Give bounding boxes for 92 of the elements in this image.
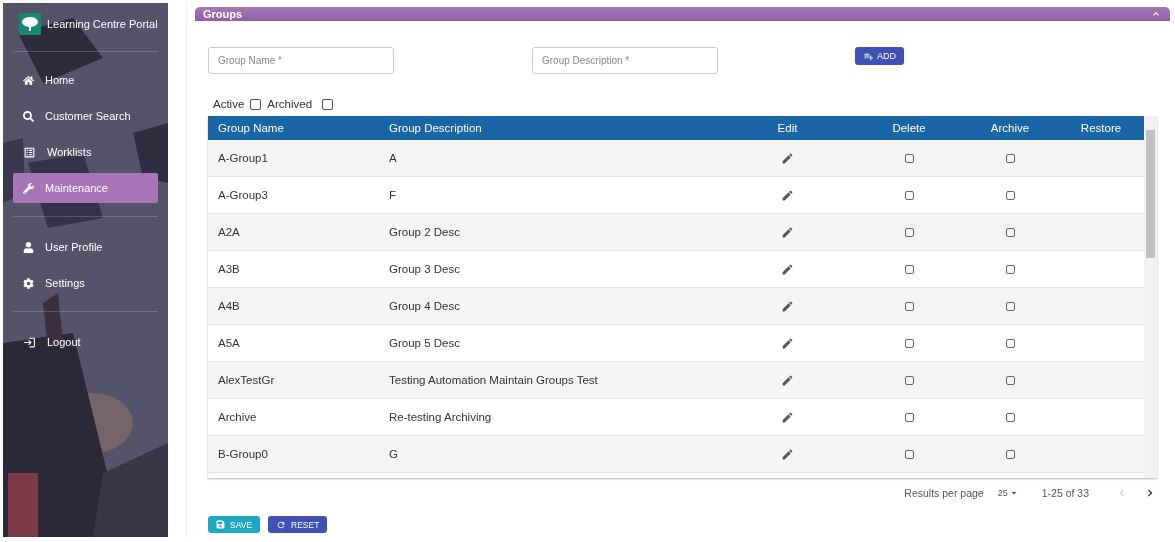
column-header: Group Name [217,122,285,134]
delete-checkbox[interactable] [904,190,914,200]
column-header: Delete [891,122,927,134]
home-icon [23,74,34,86]
archive-checkbox[interactable] [1005,338,1015,348]
table-row[interactable]: B-Group0 G [208,436,1144,473]
column-header: Group Description [388,122,483,134]
per-page-select[interactable]: 25 [997,487,1020,499]
list-icon [23,145,36,159]
panel-header[interactable]: Groups [195,7,1170,21]
table-cell-text: Archive [217,411,258,423]
filter-label: Archived [267,98,313,110]
table-cell-text: Group 4 Desc [388,300,461,312]
table-cell-text: AlexTestGr [217,374,276,386]
nav-item[interactable]: Worklists [13,137,158,167]
edit-icon[interactable] [781,151,794,165]
table-cell-text: A3B [217,263,241,275]
filter-checkbox[interactable] [322,98,334,110]
table-row[interactable]: A-Group3 F [208,177,1144,214]
nav-item[interactable]: Customer Search [13,101,158,131]
delete-checkbox[interactable] [904,412,914,422]
table-cell-text: Group 5 Desc [388,337,461,349]
table-row[interactable]: Archive Re-testing Archiving [208,399,1144,436]
nav-item[interactable]: Home [13,65,158,95]
logout-icon [23,335,36,349]
refresh-icon [276,519,287,530]
nav-item[interactable]: Logout [13,327,158,357]
edit-icon[interactable] [781,410,794,424]
table-row[interactable]: A5A Group 5 Desc [208,325,1144,362]
results-per-page-label: Results per page [904,487,984,499]
table-row[interactable]: A-Group1 A [208,140,1144,177]
delete-checkbox[interactable] [904,301,914,311]
archive-checkbox[interactable] [1005,264,1015,274]
column-header: Edit [776,122,799,134]
table-row[interactable]: A2A Group 2 Desc [208,214,1144,251]
archive-checkbox[interactable] [1005,153,1015,163]
edit-icon[interactable] [781,262,794,276]
archive-checkbox[interactable] [1005,412,1015,422]
tree-logo-icon [19,13,41,35]
table-row[interactable]: AlexTestGr Testing Automation Maintain Groups Test [208,362,1144,399]
edit-icon[interactable] [781,336,794,350]
table-cell-text: Testing Automation Maintain Groups Test [388,374,599,386]
table-cell-text: A5A [217,337,241,349]
archive-checkbox[interactable] [1005,227,1015,237]
group-name-field[interactable]: Group Name * [208,47,394,74]
table-row[interactable]: A4B Group 4 Desc [208,288,1144,325]
delete-checkbox[interactable] [904,375,914,385]
table-cell-text: A2A [217,226,241,238]
save-icon [216,520,225,529]
table-cell-text: Group 3 Desc [388,263,461,275]
archive-checkbox[interactable] [1005,449,1015,459]
table-row[interactable]: A3B Group 3 Desc [208,251,1144,288]
nav-item[interactable]: Settings [13,268,158,298]
table-cell-text: Group 2 Desc [388,226,461,238]
delete-checkbox[interactable] [904,338,914,348]
user-icon [23,241,34,253]
delete-checkbox[interactable] [904,153,914,163]
table-cell-text: A4B [217,300,241,312]
table-cell-text: F [388,189,398,201]
table-cell-text: B-Group0 [217,448,269,460]
delete-checkbox[interactable] [904,449,914,459]
archive-checkbox[interactable] [1005,375,1015,385]
archive-checkbox[interactable] [1005,301,1015,311]
edit-icon[interactable] [781,299,794,313]
filter-label: Active [213,98,245,110]
edit-icon[interactable] [781,225,794,239]
group-description-field[interactable]: Group Description * [532,47,718,74]
page-range: 1-25 of 33 [1041,487,1089,499]
scrollbar[interactable] [1144,116,1157,478]
column-header: Archive [989,122,1031,134]
search-icon [23,110,34,122]
panel-title: Groups [203,8,243,20]
nav-item[interactable]: User Profile [13,232,158,262]
wrench-icon [23,182,34,194]
table-cell-text: G [388,448,399,460]
edit-icon[interactable] [781,447,794,461]
settings-icon [23,277,34,289]
column-header: Restore [1079,122,1123,134]
add-button[interactable]: ADD [855,47,904,65]
edit-icon[interactable] [781,373,794,387]
edit-icon[interactable] [781,188,794,202]
table-cell-text: Re-testing Archiving [388,411,493,423]
archive-checkbox[interactable] [1005,190,1015,200]
table-cell-text: A-Group1 [217,152,269,164]
app-title: Learning Centre Portal [47,18,158,30]
delete-checkbox[interactable] [904,264,914,274]
table-cell-text: A [388,152,398,164]
filter-checkbox[interactable] [250,98,262,110]
reset-button[interactable]: RESET [268,516,328,533]
delete-checkbox[interactable] [904,227,914,237]
table-cell-text: A-Group3 [217,189,269,201]
nav-item[interactable]: Maintenance [13,173,158,203]
